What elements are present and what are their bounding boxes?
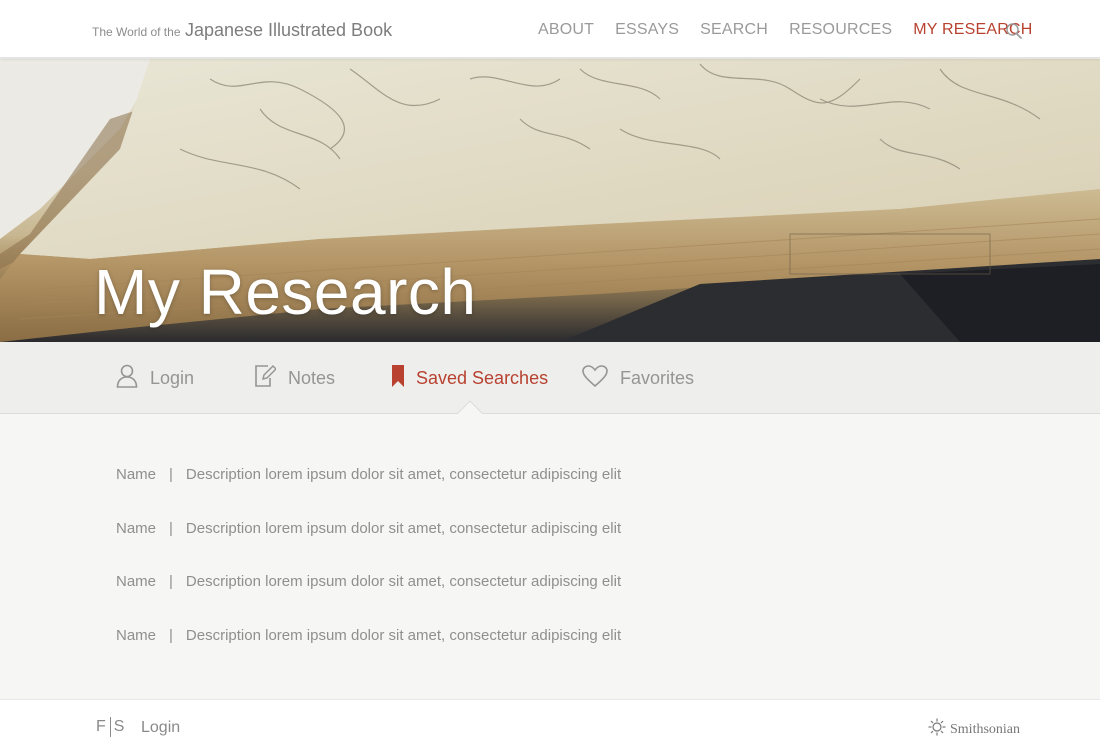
saved-search-name: Name (116, 519, 157, 537)
tab-login-label: Login (150, 367, 195, 388)
heart-icon (582, 364, 608, 392)
main-nav: ABOUT ESSAYS SEARCH RESOURCES MY RESEARC… (538, 21, 1053, 39)
nav-about[interactable]: ABOUT (538, 21, 594, 39)
list-item[interactable]: Name | Description lorem ipsum dolor sit a… (116, 627, 621, 681)
saved-search-name: Name (116, 626, 157, 644)
fs-logo[interactable]: FS (96, 717, 125, 737)
search-icon[interactable] (1005, 22, 1023, 40)
saved-search-description: Description lorem ipsum dolor sit amet, … (185, 466, 622, 483)
note-edit-icon (254, 364, 278, 393)
page-title: My Research (94, 256, 477, 328)
separator: | (169, 573, 173, 590)
site-footer: FS Login Smithsonian (0, 699, 1100, 754)
list-item[interactable]: Name | Description lorem ipsum dolor sit a… (116, 466, 621, 520)
list-item[interactable]: Name | Description lorem ipsum dolor sit a… (116, 520, 621, 574)
hero-banner: My Research (0, 59, 1100, 342)
saved-search-name: Name (116, 466, 157, 483)
fs-logo-divider (109, 717, 111, 737)
tab-notes[interactable]: Notes (254, 342, 335, 414)
saved-search-description: Description lorem ipsum dolor sit amet, … (185, 626, 622, 644)
site-title-prefix: The World of the (92, 25, 181, 39)
tab-notes-label: Notes (288, 367, 336, 388)
list-item[interactable]: Name | Description lorem ipsum dolor sit a… (116, 573, 621, 627)
nav-essays[interactable]: ESSAYS (615, 21, 679, 39)
site-header: The World of the Japanese Illustrated Bo… (0, 0, 1100, 58)
fs-logo-left: F (96, 718, 107, 736)
separator: | (169, 519, 173, 537)
tab-saved-searches-label: Saved Searches (416, 367, 549, 388)
footer-login-link[interactable]: Login (141, 719, 180, 737)
saved-search-description: Description lorem ipsum dolor sit amet, … (185, 573, 622, 590)
separator: | (169, 626, 173, 644)
fs-logo-right: S (113, 718, 126, 736)
smithsonian-label: Smithsonian (950, 721, 1021, 737)
smithsonian-logo[interactable]: Smithsonian (928, 718, 1020, 741)
saved-search-name: Name (116, 573, 157, 590)
tab-favorites-label: Favorites (620, 367, 695, 388)
site-title[interactable]: The World of the Japanese Illustrated Bo… (92, 20, 392, 41)
sunburst-icon (928, 718, 946, 741)
tab-favorites[interactable]: Favorites (582, 342, 694, 414)
saved-search-description: Description lorem ipsum dolor sit amet, … (185, 519, 622, 537)
user-icon (116, 364, 138, 393)
separator: | (169, 466, 173, 483)
tab-login[interactable]: Login (116, 342, 194, 414)
bookmark-icon (392, 364, 404, 392)
site-title-main: Japanese Illustrated Book (184, 20, 393, 40)
nav-resources[interactable]: RESOURCES (789, 21, 892, 39)
nav-search[interactable]: SEARCH (700, 21, 768, 39)
saved-searches-list: Name | Description lorem ipsum dolor sit a… (116, 466, 621, 680)
research-tabs: Login Notes Saved Searches Favorites (0, 342, 1100, 414)
